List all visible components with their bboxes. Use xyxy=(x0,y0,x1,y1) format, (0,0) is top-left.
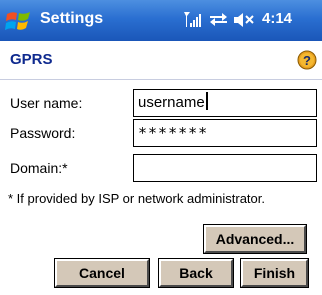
signal-strength-icon[interactable] xyxy=(184,12,201,27)
clock-time[interactable]: 4:14 xyxy=(262,10,292,27)
title-bar: Settings 4:14 xyxy=(0,0,322,41)
password-field[interactable]: ******* xyxy=(133,119,317,147)
footnote-text: * If provided by ISP or network administ… xyxy=(8,191,265,206)
domain-field[interactable] xyxy=(133,154,317,182)
back-button[interactable]: Back xyxy=(158,258,234,288)
svg-text:?: ? xyxy=(303,53,311,68)
username-field[interactable]: username xyxy=(133,89,317,117)
app-title: Settings xyxy=(40,10,104,27)
help-question-icon[interactable]: ? xyxy=(297,50,317,70)
username-label: User name: xyxy=(10,95,83,111)
password-label: Password: xyxy=(10,125,76,141)
speaker-muted-icon[interactable] xyxy=(234,13,254,27)
status-icons[interactable] xyxy=(182,9,262,31)
finish-button[interactable]: Finish xyxy=(240,258,309,288)
gprs-form: User name: username Password: ******* Do… xyxy=(0,80,322,295)
username-value: username xyxy=(138,94,205,111)
connectivity-icon[interactable] xyxy=(210,13,227,26)
windows-start-icon[interactable] xyxy=(4,6,34,36)
domain-label: Domain:* xyxy=(10,160,68,176)
advanced-button[interactable]: Advanced... xyxy=(203,224,307,254)
page-header: GPRS ? xyxy=(0,41,322,80)
page-title: GPRS xyxy=(10,51,53,68)
cancel-button[interactable]: Cancel xyxy=(54,258,150,288)
text-caret xyxy=(205,92,208,110)
